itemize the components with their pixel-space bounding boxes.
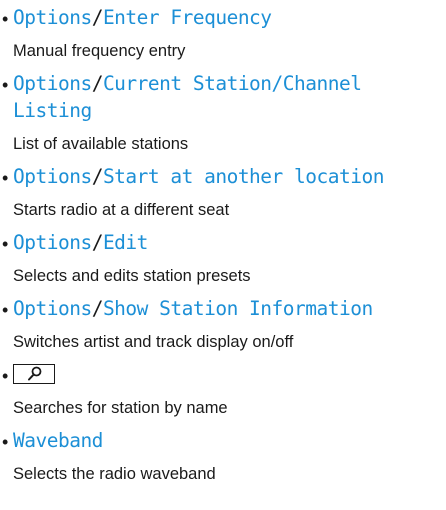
menu-path: Waveband [13,427,446,454]
menu-path: Options/Enter Frequency [13,4,446,31]
item-description: Manual frequency entry [13,42,186,60]
bullet: • [2,9,9,29]
menu-link-options[interactable]: Options [13,72,92,95]
bullet: • [2,432,9,452]
list-item: • Options/Current Station/Channel Listing… [2,70,446,155]
list-item: • Waveband Selects the radio waveband [2,427,446,485]
item-description: Selects the radio waveband [13,465,216,483]
list-item: • Options/Enter Frequency Manual frequen… [2,4,446,62]
list-item: • Options/Start at another location Star… [2,163,446,221]
menu-link-enter-frequency[interactable]: Enter Frequency [103,6,272,29]
path-separator: / [91,297,104,320]
list-item: • Options/Edit Selects and edits station… [2,229,446,287]
menu-link-show-station-information[interactable]: Show Station Information [103,297,373,320]
item-description: Selects and edits station presets [13,267,251,285]
menu-link-current-station[interactable]: Current Station/Channel [103,72,362,95]
menu-link-start-another-location[interactable]: Start at another location [103,165,385,188]
menu-link-waveband[interactable]: Waveband [13,429,103,452]
menu-link-listing[interactable]: Listing [13,99,92,122]
menu-path [13,361,446,388]
list-item: • Searches for station by name [2,361,446,419]
menu-path: Options/Show Station Information [13,295,446,322]
menu-link-options[interactable]: Options [13,231,92,254]
menu-link-options[interactable]: Options [13,6,92,29]
path-separator: / [91,72,104,95]
path-separator: / [91,231,104,254]
feature-list: • Options/Enter Frequency Manual frequen… [2,4,446,485]
path-separator: / [91,165,104,188]
search-icon [28,366,42,381]
item-description: Searches for station by name [13,399,228,417]
search-button[interactable] [13,364,55,384]
menu-path: Options/Start at another location [13,163,446,190]
item-description: Switches artist and track display on/off [13,333,294,351]
bullet: • [2,300,9,320]
path-separator: / [91,6,104,29]
item-description: Starts radio at a different seat [13,201,230,219]
menu-path: Options/Current Station/Channel Listing [13,70,446,124]
menu-link-options[interactable]: Options [13,165,92,188]
menu-link-edit[interactable]: Edit [103,231,148,254]
bullet: • [2,366,9,386]
bullet: • [2,168,9,188]
item-description: List of available stations [13,135,189,153]
list-item: • Options/Show Station Information Switc… [2,295,446,353]
bullet: • [2,234,9,254]
menu-path: Options/Edit [13,229,446,256]
menu-link-options[interactable]: Options [13,297,92,320]
bullet: • [2,75,9,95]
